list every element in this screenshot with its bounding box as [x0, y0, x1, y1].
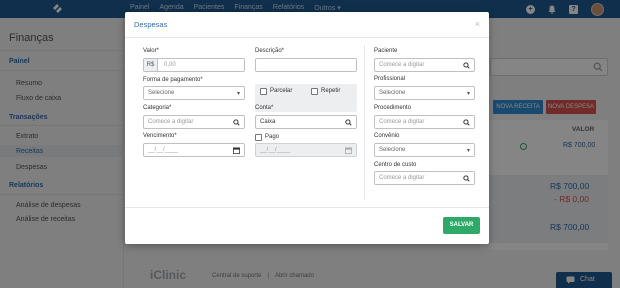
centro-custo-input[interactable]: Comece a digitar [374, 171, 475, 185]
calendar-icon[interactable] [233, 147, 240, 154]
modal-footer-divider [125, 207, 489, 208]
profissional-select[interactable]: Selecione ▾ [374, 86, 475, 100]
categoria-input[interactable]: Comece a digitar [143, 115, 245, 129]
chevron-down-icon: ▾ [466, 91, 470, 97]
valor-placeholder: 0,00 [164, 62, 176, 68]
chevron-down-icon: ▾ [236, 91, 240, 97]
valor-field[interactable]: R$ 0,00 [143, 58, 245, 72]
procedimento-placeholder: Comece a digitar [379, 119, 425, 125]
valor-label: Valor* [143, 48, 159, 54]
categoria-label: Categoria* [143, 105, 172, 111]
profissional-value: Selecione [379, 90, 406, 96]
expense-modal: Despesas × Valor* R$ 0,00 Forma de pagam… [125, 12, 489, 244]
parcelar-checkbox[interactable] [260, 88, 267, 95]
convenio-select[interactable]: Selecione ▾ [374, 143, 475, 157]
categoria-placeholder: Comece a digitar [148, 119, 194, 125]
convenio-value: Selecione [379, 147, 406, 153]
profissional-label: Profissional [374, 76, 406, 82]
procedimento-input[interactable]: Comece a digitar [374, 115, 475, 129]
procedimento-label: Procedimento [374, 105, 412, 111]
paciente-input[interactable]: Comece a digitar [374, 58, 475, 72]
forma-pagamento-value: Selecione [148, 90, 175, 96]
repetir-label: Repetir [321, 88, 341, 94]
paciente-placeholder: Comece a digitar [379, 62, 425, 68]
search-icon [463, 175, 470, 182]
save-button[interactable]: SALVAR [443, 217, 480, 234]
descricao-label: Descrição* [255, 48, 285, 54]
calendar-icon [345, 147, 352, 154]
data-pagamento-placeholder: __/__/____ [260, 147, 291, 153]
parcelar-label: Parcelar [270, 88, 293, 94]
descricao-input[interactable] [255, 58, 357, 72]
convenio-label: Convênio [374, 133, 400, 139]
chevron-down-icon: ▾ [466, 148, 470, 154]
vencimento-input[interactable]: __/__/____ [143, 143, 245, 157]
repetir-checkbox[interactable] [311, 88, 318, 95]
centro-custo-placeholder: Comece a digitar [379, 175, 425, 181]
close-icon[interactable]: × [475, 19, 480, 29]
currency-prefix: R$ [144, 59, 158, 71]
forma-pagamento-label: Forma de pagamento* [143, 77, 203, 83]
search-icon [463, 62, 470, 69]
conta-input[interactable]: Caixa [255, 115, 357, 129]
forma-pagamento-select[interactable]: Selecione ▾ [143, 86, 245, 100]
pago-checkbox[interactable] [255, 134, 262, 141]
search-icon [345, 119, 352, 126]
centro-custo-label: Centro de custo [374, 162, 417, 168]
modal-title: Despesas [134, 20, 168, 29]
search-icon [233, 119, 240, 126]
conta-value: Caixa [260, 119, 276, 125]
pago-label: Pago [265, 134, 280, 140]
vencimento-placeholder: __/__/____ [148, 147, 179, 153]
vencimento-label: Vencimento* [143, 133, 177, 139]
modal-header: Despesas × [125, 12, 489, 38]
column-divider [364, 45, 365, 200]
search-icon [463, 119, 470, 126]
conta-label: Conta* [255, 105, 274, 111]
paciente-label: Paciente [374, 48, 398, 54]
data-pagamento-input: __/__/____ [255, 143, 357, 157]
